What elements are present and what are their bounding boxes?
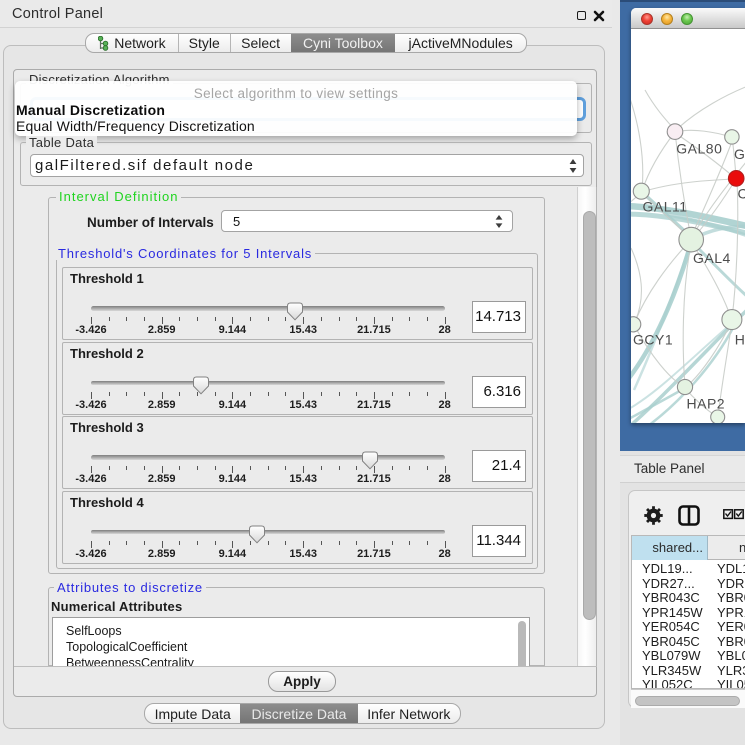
svg-text:HAP2: HAP2 — [687, 396, 726, 412]
svg-text:GAL4: GAL4 — [693, 250, 731, 266]
svg-text:C: C — [738, 186, 745, 202]
svg-text:GAL80: GAL80 — [676, 141, 722, 157]
svg-text:GAL11: GAL11 — [643, 199, 688, 215]
svg-text:H: H — [735, 332, 745, 348]
svg-text:GA: GA — [734, 146, 745, 162]
svg-text:GCY1: GCY1 — [633, 332, 673, 348]
